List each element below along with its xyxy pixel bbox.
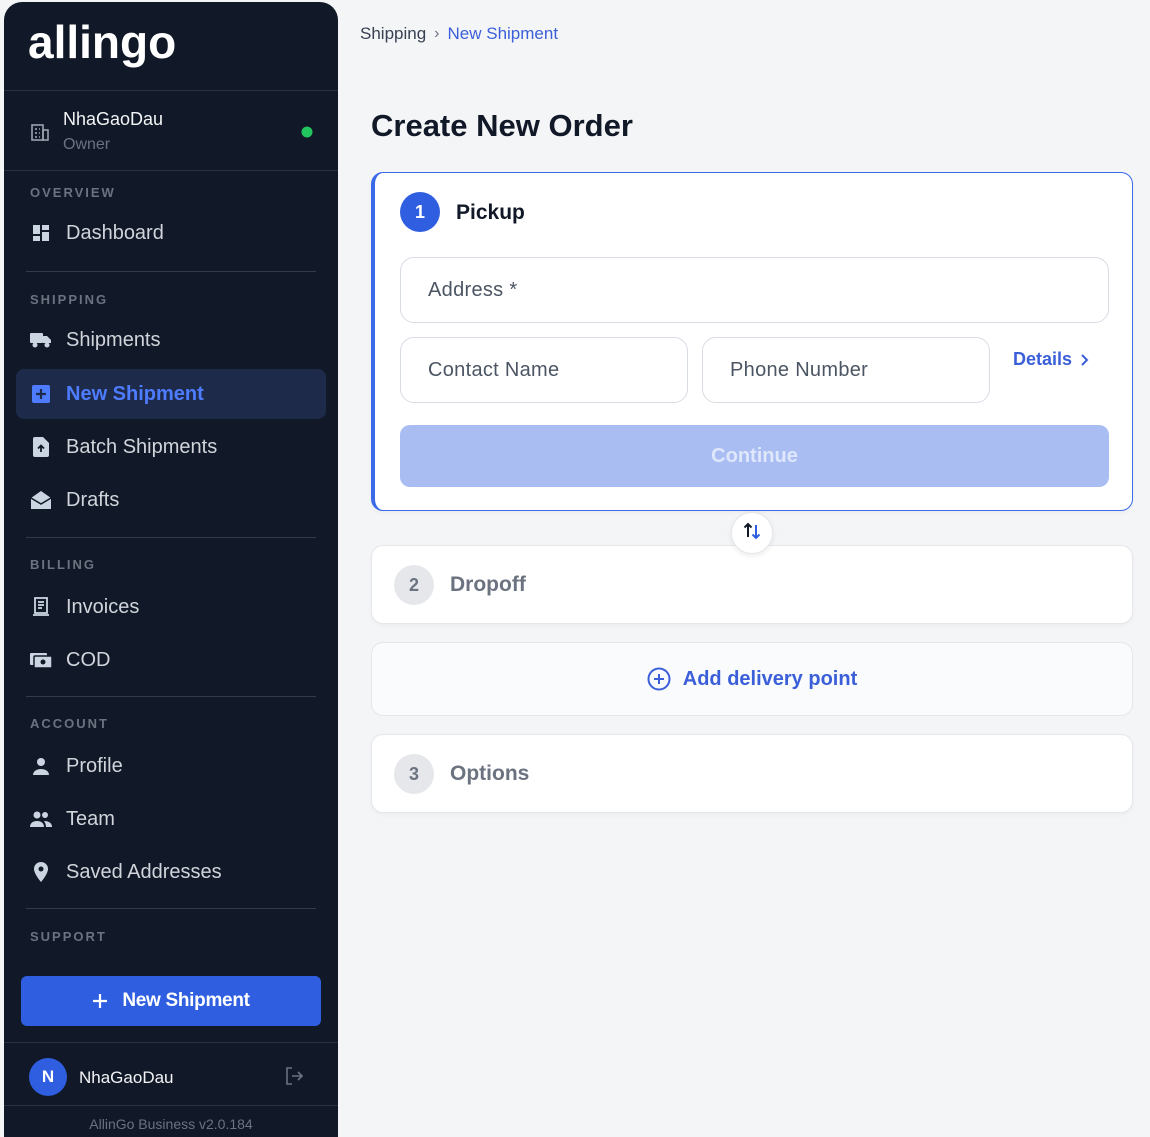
step-title: Dropoff (450, 573, 526, 596)
sidebar-item-label: Team (66, 807, 115, 830)
pickup-step-card: 1 Pickup Address * Contact Name Phone Nu… (371, 172, 1133, 511)
details-label: Details (1013, 349, 1073, 369)
receipt-icon (29, 595, 53, 619)
divider (4, 170, 338, 171)
sidebar-item-label: Saved Addresses (66, 860, 222, 883)
swap-pickup-dropoff-button[interactable] (731, 512, 773, 554)
page-title: Create New Order (371, 108, 633, 143)
file-upload-icon (29, 435, 53, 459)
sidebar-item-label: Dashboard (66, 221, 164, 244)
step-title: Options (450, 762, 530, 785)
sidebar-item-label: Batch Shipments (66, 435, 218, 458)
new-shipment-button[interactable]: New Shipment (21, 976, 321, 1026)
address-placeholder: Address * (428, 278, 518, 301)
step-number: 3 (394, 754, 434, 794)
add-box-icon (29, 382, 53, 406)
step-number: 2 (394, 565, 434, 605)
sidebar-item-dashboard[interactable]: Dashboard (16, 208, 326, 258)
divider (4, 1105, 338, 1106)
location-pin-icon (29, 860, 53, 884)
add-circle-icon (647, 667, 671, 691)
section-title-billing: BILLING (30, 557, 96, 572)
building-icon (30, 122, 50, 147)
person-icon (29, 754, 53, 778)
address-input[interactable]: Address * (400, 257, 1109, 323)
section-title-shipping: SHIPPING (30, 292, 109, 307)
step-number: 1 (400, 192, 440, 232)
sidebar-item-shipments[interactable]: Shipments (16, 315, 326, 365)
section-title-support: SUPPORT (30, 929, 107, 944)
dropoff-step-card[interactable]: 2 Dropoff (371, 545, 1133, 624)
sidebar-item-label: Profile (66, 754, 123, 777)
sidebar-item-label: Shipments (66, 328, 161, 351)
organization-switcher[interactable]: NhaGaoDau Owner (4, 92, 338, 172)
chevron-right-icon (1080, 353, 1089, 367)
sidebar-item-drafts[interactable]: Drafts (16, 475, 326, 525)
add-delivery-point-button[interactable]: Add delivery point (371, 642, 1133, 716)
sidebar: allingo NhaGaoDau Owner OVERVIEW Dashboa… (4, 2, 338, 1137)
details-link[interactable]: Details (1013, 349, 1089, 370)
cash-icon (29, 648, 53, 672)
add-delivery-point-label: Add delivery point (682, 667, 858, 690)
sidebar-item-invoices[interactable]: Invoices (16, 582, 326, 632)
dashboard-icon (29, 221, 53, 245)
logout-icon[interactable] (284, 1066, 304, 1091)
sidebar-item-team[interactable]: Team (16, 794, 326, 844)
sidebar-item-label: New Shipment (66, 382, 204, 405)
brand-logo[interactable]: allingo (28, 16, 203, 74)
svg-text:allingo: allingo (28, 16, 176, 68)
breadcrumb-current: New Shipment (447, 24, 559, 43)
step-title: Pickup (456, 201, 525, 224)
org-name: NhaGaoDau (63, 109, 164, 129)
drafts-mail-icon (29, 488, 53, 512)
avatar: N (29, 1058, 67, 1096)
truck-icon (29, 328, 53, 352)
section-title-overview: OVERVIEW (30, 185, 116, 200)
sidebar-item-label: Drafts (66, 488, 120, 511)
breadcrumb: Shipping › New Shipment (360, 24, 558, 44)
sidebar-item-new-shipment[interactable]: New Shipment (16, 369, 326, 419)
group-icon (29, 807, 53, 831)
user-menu[interactable]: N NhaGaoDau (4, 1044, 338, 1108)
sidebar-item-cod[interactable]: COD (16, 635, 326, 685)
plus-icon (92, 993, 108, 1009)
sidebar-item-label: COD (66, 648, 111, 671)
divider (26, 696, 316, 697)
sidebar-item-label: Invoices (66, 595, 140, 618)
breadcrumb-parent[interactable]: Shipping (360, 24, 426, 44)
sidebar-item-batch-shipments[interactable]: Batch Shipments (16, 422, 326, 472)
swap-vertical-icon (743, 521, 761, 546)
divider (26, 537, 316, 538)
phone-number-input[interactable]: Phone Number (702, 337, 990, 403)
org-role: Owner (63, 136, 111, 153)
section-title-account: ACCOUNT (30, 716, 109, 731)
user-name: NhaGaoDau (79, 1068, 174, 1087)
app-version: AllinGo Business v2.0.184 (89, 1116, 253, 1132)
continue-button[interactable]: Continue (400, 425, 1109, 487)
divider (4, 90, 338, 91)
sidebar-item-saved-addresses[interactable]: Saved Addresses (16, 847, 326, 897)
divider (26, 908, 316, 909)
divider (4, 1042, 338, 1043)
breadcrumb-separator: › (434, 25, 440, 42)
sidebar-item-profile[interactable]: Profile (16, 741, 326, 791)
contact-name-input[interactable]: Contact Name (400, 337, 688, 403)
online-status-icon (301, 126, 313, 138)
contact-name-placeholder: Contact Name (428, 358, 560, 381)
options-step-card[interactable]: 3 Options (371, 734, 1133, 813)
phone-number-placeholder: Phone Number (730, 358, 869, 381)
divider (26, 271, 316, 272)
new-shipment-button-label: New Shipment (122, 990, 250, 1011)
